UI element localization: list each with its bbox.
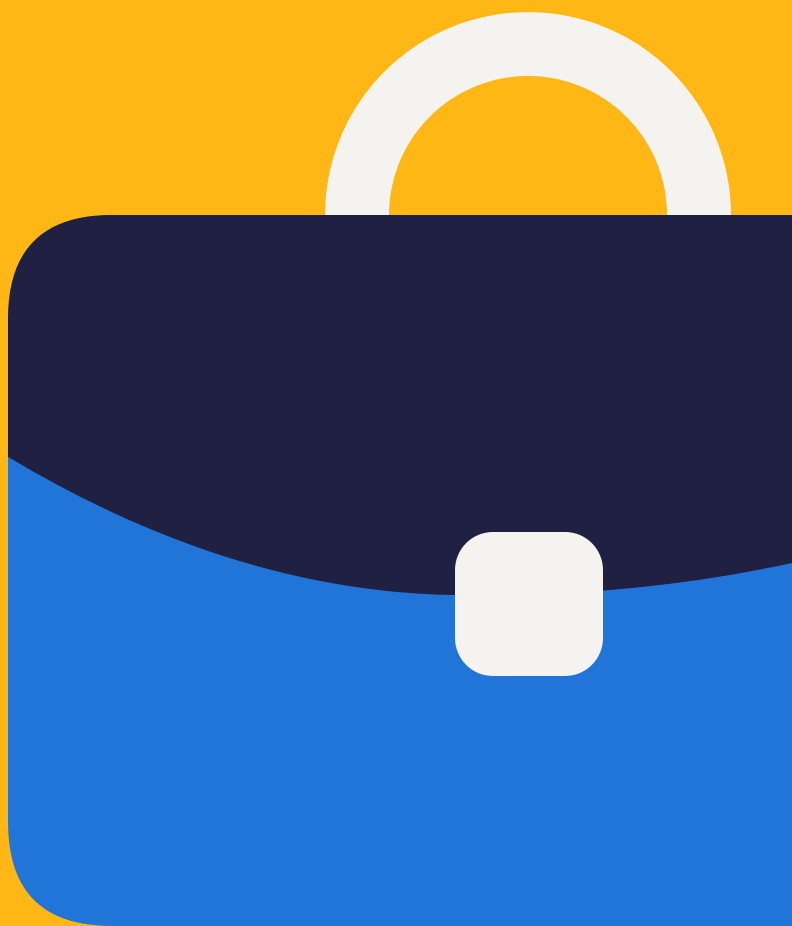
briefcase-illustration xyxy=(0,0,792,926)
case xyxy=(8,215,792,926)
briefcase-icon xyxy=(0,0,792,926)
clasp xyxy=(455,532,603,676)
